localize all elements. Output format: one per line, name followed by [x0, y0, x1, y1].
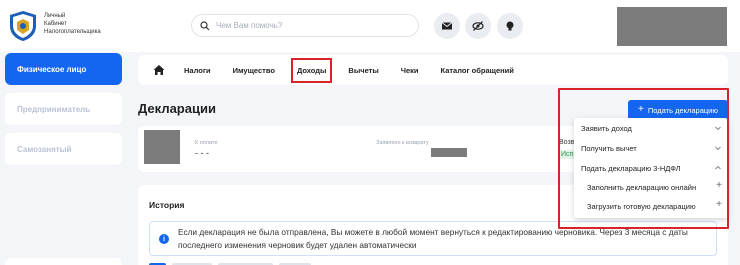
nav-appeals-catalog[interactable]: Каталог обращений: [437, 60, 518, 81]
top-navigation: Налоги Имущество Доходы Вычеты Чеки Ката…: [138, 55, 728, 85]
document-thumbnail-redacted: [144, 130, 180, 164]
sidebar-item-label: Самозанятый: [17, 144, 72, 154]
logo-text: Личный Кабинет Налогоплательщика: [44, 12, 124, 36]
nav-property[interactable]: Имущество: [229, 60, 279, 81]
nav-deductions[interactable]: Вычеты: [344, 60, 382, 81]
highlight-annotation-box: [558, 88, 729, 229]
lightbulb-icon: [506, 21, 514, 31]
pay-label: К оплате: [195, 140, 218, 146]
history-title: История: [149, 200, 185, 210]
fns-emblem-logo[interactable]: [8, 10, 38, 42]
eye-off-icon: [472, 21, 484, 31]
tips-button[interactable]: [497, 13, 523, 39]
logo-line: Налогоплательщика: [44, 29, 101, 35]
sidebar-item-entrepreneur[interactable]: Предприниматель: [5, 93, 122, 125]
page-title: Декларации: [138, 101, 216, 116]
sidebar-item-individual[interactable]: Физическое лицо: [5, 53, 122, 85]
sidebar-item-label: Физическое лицо: [17, 64, 87, 74]
nav-income[interactable]: Доходы: [290, 57, 333, 83]
header: Личный Кабинет Налогоплательщика: [0, 0, 740, 52]
search-box[interactable]: [191, 14, 419, 37]
info-icon: i: [159, 234, 169, 244]
refund-label: Заявлено к возврату: [376, 140, 429, 146]
logo-line: Личный: [44, 13, 66, 19]
mail-icon: [441, 22, 453, 30]
logo-line: Кабинет: [44, 21, 67, 27]
nav-taxes[interactable]: Налоги: [180, 60, 215, 81]
pay-value: - - -: [195, 148, 209, 158]
refund-value-redacted: [431, 148, 467, 157]
nav-receipts[interactable]: Чеки: [397, 60, 423, 81]
sidebar-item-partial: [5, 258, 122, 265]
sidebar-item-self-employed[interactable]: Самозанятый: [5, 133, 122, 165]
info-text: Если декларация не была отправлена, Вы м…: [178, 227, 688, 250]
user-profile-redacted[interactable]: [617, 7, 727, 46]
mail-button[interactable]: [434, 13, 460, 39]
visibility-toggle-button[interactable]: [465, 13, 491, 39]
search-input[interactable]: [216, 21, 406, 30]
sidebar-item-label: Предприниматель: [17, 104, 91, 114]
search-icon: [200, 20, 210, 30]
home-icon[interactable]: [153, 64, 165, 76]
